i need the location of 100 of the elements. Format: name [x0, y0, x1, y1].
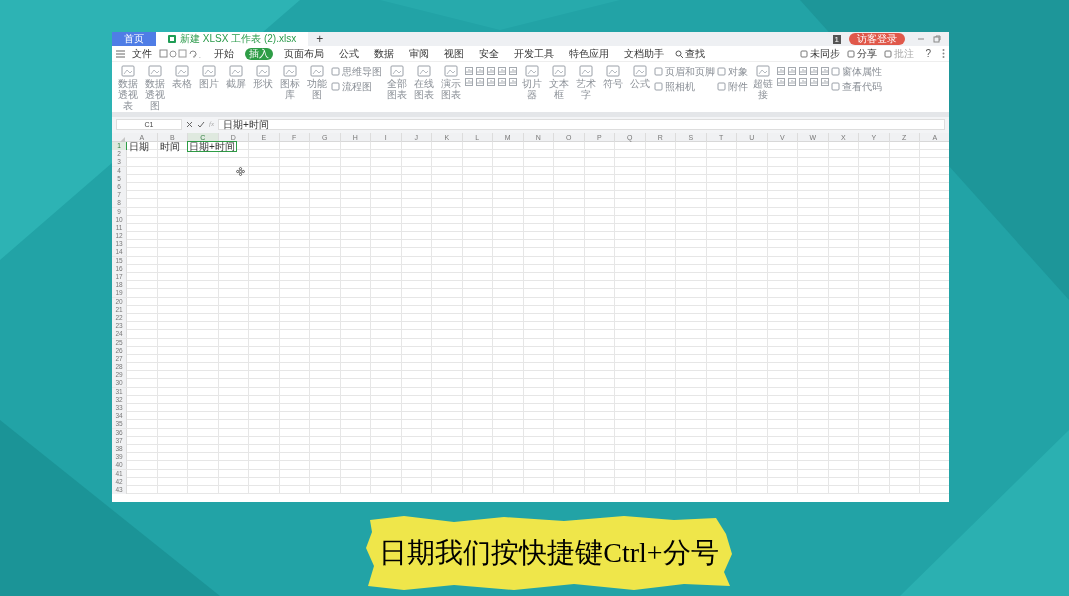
chart-type-icon[interactable] [821, 67, 829, 75]
ribbon-button[interactable]: 思维导图 [331, 66, 382, 77]
ribbon-button[interactable]: 查看代码 [831, 81, 882, 92]
ribbon-button[interactable]: 形状 [250, 64, 275, 89]
ribbon-tab[interactable]: 开发工具 [510, 47, 558, 60]
chart-type-icon[interactable] [821, 78, 829, 86]
ribbon-button[interactable]: 文本框 [546, 64, 571, 100]
ribbon-tab[interactable]: 页面布局 [280, 47, 328, 60]
picture-frame-icon [119, 64, 136, 78]
cell-text: 时间 [159, 142, 180, 151]
ribbon-button[interactable]: 图标库 [277, 64, 302, 100]
picture-frame-icon [388, 64, 405, 78]
chart-type-icon[interactable] [777, 67, 785, 75]
picture-frame-icon [415, 64, 432, 78]
chart-type-icon[interactable] [509, 67, 517, 75]
minimize-icon [917, 35, 925, 43]
ribbon-tab[interactable]: 开始 [210, 47, 238, 60]
ribbon-button[interactable]: 流程图 [331, 81, 382, 92]
restore-icon [933, 35, 941, 43]
picture-frame-icon [550, 64, 567, 78]
chart-type-icon[interactable] [498, 67, 506, 75]
picture-frame-icon [146, 64, 163, 78]
chart-type-icon[interactable] [509, 78, 517, 86]
ribbon-button[interactable]: 切片器 [519, 64, 544, 100]
file-tab[interactable]: 新建 XLSX 工作表 (2).xlsx [156, 32, 309, 46]
ribbon-button[interactable]: 公式 [627, 64, 652, 89]
toolbar-button[interactable]: 批注 [884, 46, 915, 61]
chart-type-icon[interactable] [498, 78, 506, 86]
picture-frame-icon [577, 64, 594, 78]
chart-type-icon[interactable] [788, 78, 796, 86]
help-button[interactable]: ? [921, 46, 935, 61]
ribbon-button[interactable]: 附件 [717, 81, 748, 92]
ribbon-button[interactable]: 数据透视表 [115, 64, 140, 111]
ribbon-tab[interactable]: 安全 [475, 47, 503, 60]
ribbon-tab[interactable]: 视图 [440, 47, 468, 60]
chart-type-icon[interactable] [465, 78, 473, 86]
ribbon-button[interactable]: 照相机 [654, 81, 715, 92]
file-tab[interactable]: 首页 [112, 32, 156, 46]
search-button[interactable]: 查找 [675, 46, 705, 61]
square-icon [717, 82, 726, 91]
toolbar-button[interactable]: 分享 [847, 46, 878, 61]
chart-type-icon[interactable] [777, 78, 785, 86]
ribbon-button[interactable]: 功能图 [304, 64, 329, 100]
check-icon [197, 120, 205, 128]
formula-input[interactable]: 日期+时间 [218, 118, 945, 130]
square-icon [831, 82, 840, 91]
small-tool-icon [847, 49, 856, 58]
menu-icon [116, 49, 125, 58]
selected-cell[interactable]: 日期+时间 [187, 141, 237, 152]
chart-type-icon[interactable] [476, 67, 484, 75]
square-icon [331, 67, 340, 76]
ribbon-button[interactable]: 对象 [717, 66, 748, 77]
chart-type-icon[interactable] [799, 78, 807, 86]
picture-frame-icon [754, 64, 771, 78]
ribbon-button[interactable]: 页眉和页脚 [654, 66, 715, 77]
ribbon-button[interactable]: 演示图表 [438, 64, 463, 100]
ribbon-tab[interactable]: 数据 [370, 47, 398, 60]
search-icon [675, 49, 683, 58]
chart-type-icon[interactable] [465, 67, 473, 75]
file-menu[interactable]: 文件 [132, 46, 152, 61]
close-icon [186, 120, 193, 128]
small-tool-icon [800, 49, 809, 58]
chart-type-icon[interactable] [810, 67, 818, 75]
move-cursor-icon [236, 167, 245, 176]
spreadsheet-icon [168, 35, 176, 43]
chart-type-icon[interactable] [799, 67, 807, 75]
ribbon-button[interactable]: 全部图表 [384, 64, 409, 100]
picture-frame-icon [281, 64, 298, 78]
ribbon-button[interactable]: 艺术字 [573, 64, 598, 100]
chart-type-icon[interactable] [487, 67, 495, 75]
chart-type-icon[interactable] [788, 67, 796, 75]
ribbon-tab[interactable]: 插入 [245, 47, 273, 60]
ribbon-tab[interactable]: 审阅 [405, 47, 433, 60]
count-badge: 1 [832, 34, 841, 44]
ribbon-button[interactable]: 在线图表 [411, 64, 436, 100]
ribbon-button[interactable]: 数据透视图 [142, 64, 167, 111]
ribbon-tab[interactable]: 特色应用 [565, 47, 613, 60]
new-tab-button[interactable]: + [308, 32, 332, 46]
picture-frame-icon [523, 64, 540, 78]
picture-frame-icon [604, 64, 621, 78]
ribbon-button[interactable]: 截屏 [223, 64, 248, 89]
ribbon-button[interactable]: 符号 [600, 64, 625, 89]
square-icon [717, 67, 726, 76]
ribbon-button[interactable]: 表格 [169, 64, 194, 89]
chart-type-icon[interactable] [810, 78, 818, 86]
ribbon-button[interactable]: 超链接 [750, 64, 775, 100]
login-button[interactable]: 访客登录 [849, 33, 905, 45]
subtitle-text: 日期我们按快捷键Ctrl+分号 [379, 536, 719, 570]
picture-frame-icon [631, 64, 648, 78]
chart-type-icon[interactable] [476, 78, 484, 86]
ribbon-button[interactable]: 窗体属性 [831, 66, 882, 77]
ribbon-tab[interactable]: 文档助手 [620, 47, 668, 60]
ribbon-tab[interactable]: 公式 [335, 47, 363, 60]
picture-frame-icon [254, 64, 271, 78]
square-icon [331, 82, 340, 91]
ribbon-button[interactable]: 图片 [196, 64, 221, 89]
toolbar-button[interactable]: 未同步 [800, 46, 841, 61]
cell-text: 日期 [129, 142, 149, 151]
quick-access-icons [159, 49, 203, 58]
chart-type-icon[interactable] [487, 78, 495, 86]
